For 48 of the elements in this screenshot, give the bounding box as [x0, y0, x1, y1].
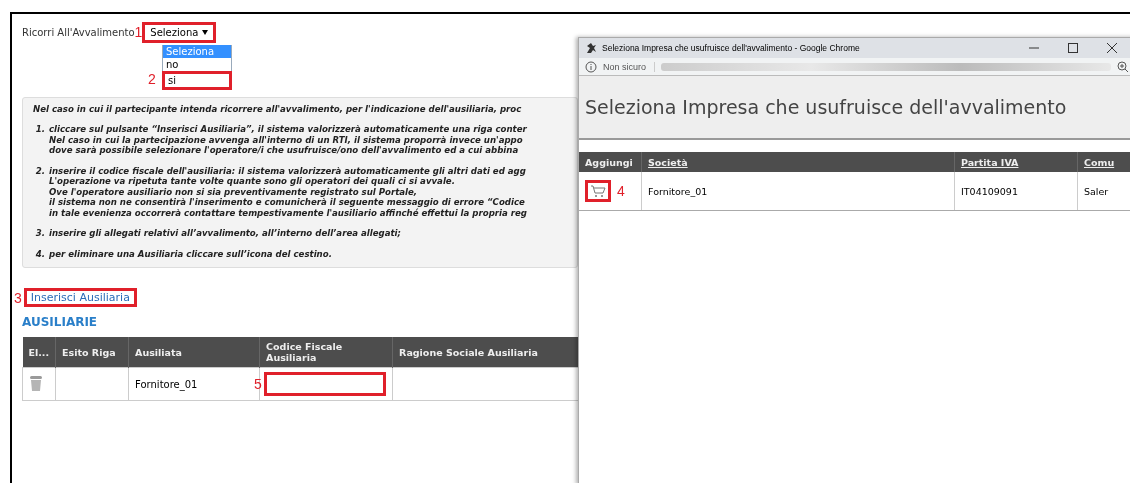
insert-link[interactable]: Inserisci Ausiliaria: [23, 288, 137, 307]
annotation-number: 4: [617, 183, 625, 199]
step-number: 4.: [34, 248, 45, 259]
cart-button[interactable]: [585, 180, 611, 202]
annotation-number: 1: [134, 24, 143, 40]
instruction-text: dove sarà possibile selezionare l'operatore/i che usufruisce/ono dell'avvalimento ed a cui abbina: [49, 145, 520, 156]
step-number: 1.: [34, 124, 45, 136]
info-icon: [585, 60, 597, 73]
trash-icon[interactable]: [29, 374, 43, 392]
instruction-text: L'operazione va ripetuta tante volte quante sono gli operatori dei quali ci si avvale.: [49, 176, 456, 187]
instruction-text: in tale evenienza occorrerà contattare tempestivamente l'ausiliario affinché effettui la propria reg: [49, 207, 527, 218]
column-header: El...: [22, 337, 56, 368]
annotation-number: 3: [14, 289, 22, 306]
annotation-number: 5: [254, 376, 262, 392]
sortable-column-header[interactable]: Società: [641, 152, 955, 172]
column-header: Esito Riga: [55, 337, 129, 368]
page-title: Seleziona Impresa che usufruisce dell'avvalimento: [585, 96, 1067, 118]
table-cell: Saler: [1077, 172, 1130, 211]
sortable-column-header[interactable]: Comu: [1077, 152, 1130, 172]
dropdown-option[interactable]: si: [162, 71, 232, 90]
step-number: 3.: [34, 228, 45, 239]
zoom-icon[interactable]: [1117, 60, 1129, 73]
app-icon: [585, 42, 597, 54]
column-header: Aggiungi: [579, 152, 642, 172]
instruction-text: inserire il codice fiscale dell'ausiliaria: il sistema valorizzerà automaticamente gli altri dati ed agg: [49, 165, 527, 176]
sortable-column-header[interactable]: Partita IVA: [954, 152, 1078, 172]
cart-icon: [590, 184, 606, 198]
instruction-text: cliccare sul pulsante “Inserisci Ausiliaria”, il sistema valorizzerà automaticamente una riga conter: [49, 124, 527, 135]
table-cell: Fornitore_01: [641, 172, 955, 211]
instruction-text: Nel caso in cui il partecipante intenda ricorrere all'avvalimento, per l'indicazione dell'ausiliaria, proc: [33, 104, 523, 114]
input-field[interactable]: [263, 372, 386, 396]
step-number: 2.: [34, 165, 45, 178]
table-cell: IT04109091: [954, 172, 1078, 211]
caret-icon: [202, 29, 209, 35]
instruction-text: Ove l'operatore ausiliario non si sia preventivamente registrato sul Portale,: [49, 186, 419, 197]
instruction-text: per eliminare una Ausiliaria cliccare sull’icona del cestino.: [49, 248, 332, 259]
dropdown-option[interactable]: no: [162, 58, 232, 71]
window-title: Seleziona Impresa che usufruisce dell'avvalimento - Google Chrome: [602, 43, 861, 53]
column-header: Ausiliata: [128, 337, 260, 368]
instruction-text: inserire gli allegati relativi all’avvalimento, all’interno dell’area allegati;: [49, 228, 401, 239]
section-title: AUSILIARIE: [22, 315, 99, 329]
field-label: Ricorri All'Avvalimento: [22, 26, 135, 38]
instruction-text: il sistema non ne consentirà l'inserimento e comunicherà il seguente messaggio di errore “Codice: [49, 197, 526, 208]
instruction-text: Nel caso in cui la partecipazione avvenga all'interno di un RTI, il sistema proporrà invece un'appo: [49, 134, 524, 145]
dropdown-select[interactable]: Seleziona: [142, 21, 217, 43]
security-label: Non sicuro: [603, 61, 656, 72]
annotation-number: 2: [148, 71, 156, 87]
column-header: Codice Fiscale Ausiliaria: [259, 337, 393, 368]
